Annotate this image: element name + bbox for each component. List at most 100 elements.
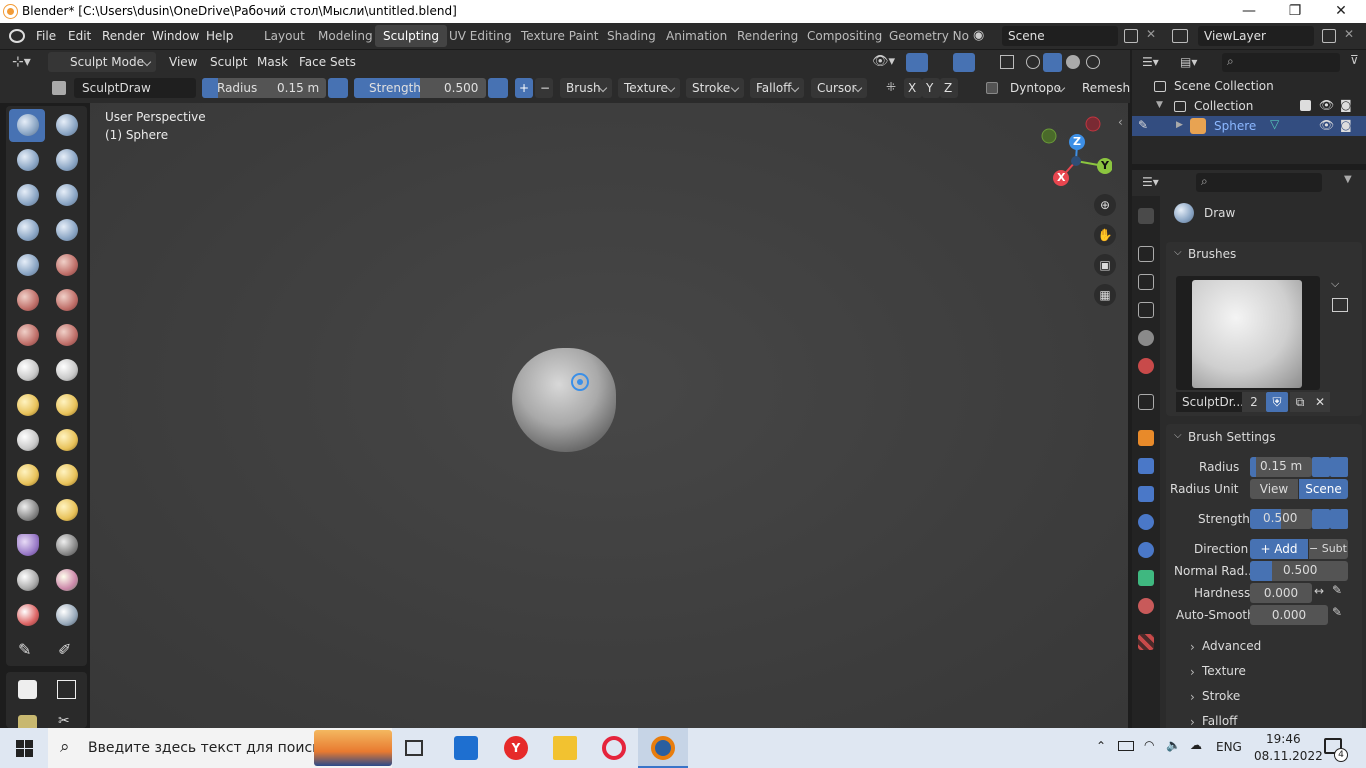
- brush-icon[interactable]: [52, 81, 66, 95]
- brush-datablock-name[interactable]: SculptDr...: [1176, 392, 1242, 412]
- outliner-filter-icon[interactable]: ⊽: [1350, 53, 1359, 67]
- tool-mask[interactable]: [9, 564, 45, 597]
- tool-crease[interactable]: [9, 249, 45, 282]
- tab-modeling[interactable]: Modeling: [310, 25, 381, 47]
- tool-box-hide[interactable]: [48, 674, 84, 707]
- opera-icon[interactable]: [602, 736, 626, 760]
- xray-icon[interactable]: [1000, 55, 1014, 69]
- subpanel-advanced[interactable]: Advanced: [1202, 639, 1261, 653]
- outliner-search-input[interactable]: ⌕: [1222, 53, 1340, 72]
- new-scene-icon[interactable]: [1124, 29, 1138, 43]
- tool-pinch[interactable]: [9, 354, 45, 387]
- prop-radius-unified-icon[interactable]: [1330, 457, 1348, 477]
- menu-face-sets[interactable]: Face Sets: [299, 55, 356, 69]
- radius-slider[interactable]: Radius 0.15 m: [202, 78, 326, 98]
- menu-edit[interactable]: Edit: [68, 29, 91, 43]
- texture-tab-icon[interactable]: [1138, 634, 1154, 650]
- tool-layer[interactable]: [48, 179, 84, 212]
- menu-render[interactable]: Render: [102, 29, 145, 43]
- tool-scrape[interactable]: [9, 319, 45, 352]
- texture-expand-icon[interactable]: ›: [1190, 665, 1195, 679]
- tool-inflate[interactable]: [9, 214, 45, 247]
- menu-view[interactable]: View: [169, 55, 197, 69]
- brushes-collapse-icon[interactable]: ⌵: [1174, 247, 1182, 258]
- zoom-icon[interactable]: ⊕: [1094, 194, 1116, 216]
- particles-tab-icon[interactable]: [1138, 486, 1154, 502]
- symmetry-y-button[interactable]: Y: [922, 78, 940, 98]
- subpanel-texture[interactable]: Texture: [1202, 664, 1246, 678]
- view-layer-tab-icon[interactable]: [1138, 302, 1154, 318]
- ortho-grid-icon[interactable]: ▦: [1094, 284, 1116, 306]
- menu-sculpt[interactable]: Sculpt: [210, 55, 247, 69]
- scene-tab-icon[interactable]: [1138, 330, 1154, 346]
- brush-duplicate-icon[interactable]: ⧉: [1290, 392, 1310, 412]
- rendered-shading-icon[interactable]: [1086, 55, 1100, 69]
- tool-smear[interactable]: ✎: [9, 634, 45, 667]
- prop-radius-field[interactable]: 0.15 m: [1250, 457, 1312, 477]
- falloff-expand-icon[interactable]: ›: [1190, 715, 1195, 729]
- tool-tab-icon[interactable]: [1138, 208, 1154, 224]
- minimize-button[interactable]: —: [1226, 0, 1272, 23]
- brush-image-icon[interactable]: [1332, 298, 1348, 312]
- stroke-dropdown[interactable]: Stroke: [686, 78, 744, 98]
- yandex-browser-icon[interactable]: Y: [504, 736, 528, 760]
- object-tab-icon[interactable]: [1138, 430, 1154, 446]
- properties-options-icon[interactable]: ▼: [1344, 174, 1352, 185]
- tool-thumb[interactable]: [9, 424, 45, 457]
- properties-editor-type-icon[interactable]: ☰▾: [1142, 175, 1159, 189]
- falloff-dropdown[interactable]: Falloff: [750, 78, 804, 98]
- cursor-dropdown[interactable]: Cursor: [811, 78, 867, 98]
- tab-uv-editing[interactable]: UV Editing: [441, 25, 520, 47]
- overlay-toggle-icon[interactable]: [953, 53, 975, 72]
- tool-clay-thumb[interactable]: [9, 179, 45, 212]
- view-layer-selector[interactable]: ViewLayer: [1198, 26, 1314, 46]
- world-tab-icon[interactable]: [1138, 358, 1154, 374]
- tool-elastic-deform[interactable]: [9, 389, 45, 422]
- dyntopo-dropdown[interactable]: Dyntopo: [1004, 78, 1070, 98]
- tool-snake-hook[interactable]: [48, 389, 84, 422]
- tool-mask-by-color[interactable]: [9, 599, 45, 632]
- tool-box-mask[interactable]: [9, 674, 45, 707]
- collection-expand-icon[interactable]: ▼: [1156, 100, 1163, 110]
- radius-unit-view-button[interactable]: View: [1250, 479, 1298, 499]
- taskbar-search-box[interactable]: ⌕ Введите здесь текст для поиска: [48, 728, 392, 768]
- brush-preview-dropdown-icon[interactable]: ⌵: [1331, 277, 1339, 291]
- brushes-panel-header[interactable]: Brushes: [1188, 247, 1236, 261]
- solid-shading-icon[interactable]: [1043, 53, 1062, 72]
- outliner-display-mode-icon[interactable]: ▤▾: [1180, 55, 1197, 69]
- sidebar-toggle-chevron-icon[interactable]: ‹: [1118, 115, 1123, 129]
- modifier-tab-icon[interactable]: [1138, 458, 1154, 474]
- editor-type-icon[interactable]: ⊹▾: [12, 54, 40, 72]
- direction-add-button-prop[interactable]: + Add: [1250, 539, 1308, 559]
- axis-gizmo[interactable]: [1038, 115, 1112, 189]
- brush-dropdown[interactable]: Brush: [560, 78, 612, 98]
- subpanel-stroke[interactable]: Stroke: [1202, 689, 1240, 703]
- output-tab-icon[interactable]: [1138, 274, 1154, 290]
- brush-users-count[interactable]: 2: [1242, 392, 1266, 412]
- close-button[interactable]: ✕: [1318, 0, 1364, 23]
- tool-grab[interactable]: [48, 354, 84, 387]
- brush-settings-header[interactable]: Brush Settings: [1188, 430, 1276, 444]
- tab-geometry-nodes[interactable]: Geometry Noc: [881, 25, 969, 47]
- advanced-expand-icon[interactable]: ›: [1190, 640, 1195, 654]
- tool-cloth[interactable]: [9, 529, 45, 562]
- subpanel-falloff[interactable]: Falloff: [1202, 714, 1237, 728]
- tool-draw[interactable]: [9, 109, 45, 142]
- tool-flatten[interactable]: [9, 284, 45, 317]
- blender-menu-icon[interactable]: [9, 29, 25, 43]
- tool-slide-relax[interactable]: [9, 494, 45, 527]
- brush-unlink-icon[interactable]: ✕: [1310, 392, 1330, 412]
- tool-multiplane-scrape[interactable]: [48, 319, 84, 352]
- brush-fake-user-shield-icon[interactable]: ⛨: [1266, 392, 1288, 412]
- collection-tab-icon[interactable]: [1138, 394, 1154, 410]
- dyntopo-checkbox[interactable]: [986, 82, 998, 94]
- new-view-layer-icon[interactable]: [1322, 29, 1336, 43]
- collection-render-camera-icon[interactable]: ◙: [1340, 98, 1352, 112]
- tool-pose[interactable]: [48, 424, 84, 457]
- outliner-editor-type-icon[interactable]: ☰▾: [1142, 55, 1159, 69]
- tool-simplify[interactable]: [48, 529, 84, 562]
- physics-tab-icon[interactable]: [1138, 514, 1154, 530]
- clock-time[interactable]: 19:46: [1266, 732, 1301, 746]
- tool-clay-strips[interactable]: [48, 144, 84, 177]
- camera-view-icon[interactable]: ▣: [1094, 254, 1116, 276]
